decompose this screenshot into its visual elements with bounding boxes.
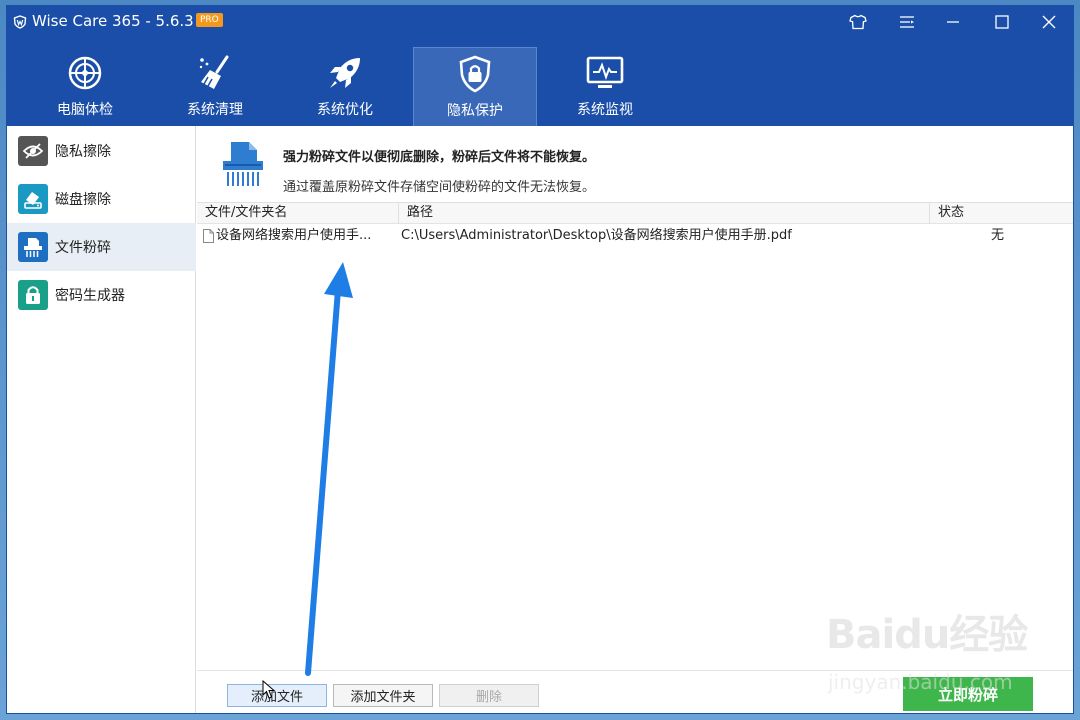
column-header-name[interactable]: 文件/文件夹名 (197, 203, 399, 224)
tab-label: 隐私保护 (447, 103, 503, 119)
main-nav: 电脑体检 系统清理 系统优化 隐私保护 系统监视 (7, 38, 1073, 126)
app-window: Wise Care 365 - 5.6.3 PRO 电脑体检 系统清理 系统优化… (6, 5, 1074, 714)
shred-now-button[interactable]: 立即粉碎 (903, 677, 1033, 711)
close-button[interactable] (1026, 6, 1072, 38)
sidebar-item-privacy-erase[interactable]: 隐私擦除 (7, 127, 196, 175)
sidebar-item-label: 磁盘擦除 (55, 192, 111, 208)
broom-icon (199, 55, 229, 89)
shirt-icon (849, 14, 867, 30)
tab-system-monitor[interactable]: 系统监视 (543, 47, 667, 126)
cell-status: 无 (991, 228, 1005, 243)
mouse-cursor-icon (262, 680, 276, 699)
close-icon (1042, 15, 1056, 29)
radar-icon (68, 56, 102, 90)
file-table: 文件/文件夹名 路径 状态 设备网络搜索用户使用手... C:\Users\Ad… (197, 202, 1073, 666)
monitor-pulse-icon (586, 56, 624, 88)
file-name: 设备网络搜索用户使用手... (216, 228, 372, 243)
panel-description: 通过覆盖原粉碎文件存储空间使粉碎的文件无法恢复。 (283, 180, 596, 195)
maximize-button[interactable] (979, 6, 1025, 38)
tab-privacy-protect[interactable]: 隐私保护 (413, 47, 537, 126)
add-file-button[interactable]: 添加文件 (227, 684, 327, 707)
action-footer: 添加文件 添加文件夹 删除 立即粉碎 (197, 670, 1073, 713)
window-title: Wise Care 365 - 5.6.3 (32, 12, 194, 30)
delete-button[interactable]: 删除 (439, 684, 539, 707)
shredder-icon (18, 232, 48, 262)
tab-label: 系统监视 (577, 102, 633, 118)
cell-path: C:\Users\Administrator\Desktop\设备网络搜索用户使… (401, 228, 792, 243)
lock-icon (18, 280, 48, 310)
table-header: 文件/文件夹名 路径 状态 (197, 203, 1073, 224)
sidebar-item-label: 隐私擦除 (55, 144, 111, 160)
maximize-icon (995, 15, 1009, 29)
eye-slash-icon (18, 136, 48, 166)
menu-button[interactable] (884, 6, 930, 38)
sidebar-item-label: 密码生成器 (55, 288, 125, 304)
minimize-icon (947, 21, 959, 23)
app-logo-icon (13, 15, 27, 29)
sidebar-item-label: 文件粉碎 (55, 240, 111, 256)
column-header-status[interactable]: 状态 (930, 203, 1073, 224)
skin-button[interactable] (835, 6, 881, 38)
column-header-path[interactable]: 路径 (399, 203, 930, 224)
table-row[interactable]: 设备网络搜索用户使用手... C:\Users\Administrator\De… (197, 225, 1073, 247)
cell-name: 设备网络搜索用户使用手... (203, 225, 399, 247)
sidebar: 隐私擦除 磁盘擦除 文件粉碎 密码生成器 (7, 126, 196, 713)
panel-title: 强力粉碎文件以便彻底删除，粉碎后文件将不能恢复。 (283, 150, 596, 165)
file-icon (203, 229, 214, 243)
menu-icon (900, 16, 914, 28)
rocket-icon (330, 58, 360, 88)
tab-system-clean[interactable]: 系统清理 (153, 47, 277, 126)
shredder-hero-icon (223, 142, 263, 186)
sidebar-item-disk-erase[interactable]: 磁盘擦除 (7, 175, 196, 223)
add-folder-button[interactable]: 添加文件夹 (333, 684, 433, 707)
sidebar-item-file-shred[interactable]: 文件粉碎 (7, 223, 196, 271)
file-shredder-panel: 强力粉碎文件以便彻底删除，粉碎后文件将不能恢复。 通过覆盖原粉碎文件存储空间使粉… (197, 126, 1073, 713)
sidebar-item-password-generator[interactable]: 密码生成器 (7, 271, 196, 319)
tab-label: 系统清理 (187, 102, 243, 118)
tab-label: 系统优化 (317, 102, 373, 118)
pro-badge: PRO (196, 13, 223, 27)
disk-eraser-icon (18, 184, 48, 214)
title-bar: Wise Care 365 - 5.6.3 PRO (7, 6, 1073, 38)
minimize-button[interactable] (930, 6, 976, 38)
shield-lock-icon (459, 55, 491, 93)
tab-system-optimize[interactable]: 系统优化 (283, 47, 407, 126)
tab-pc-checkup[interactable]: 电脑体检 (23, 47, 147, 126)
tab-label: 电脑体检 (57, 102, 113, 118)
